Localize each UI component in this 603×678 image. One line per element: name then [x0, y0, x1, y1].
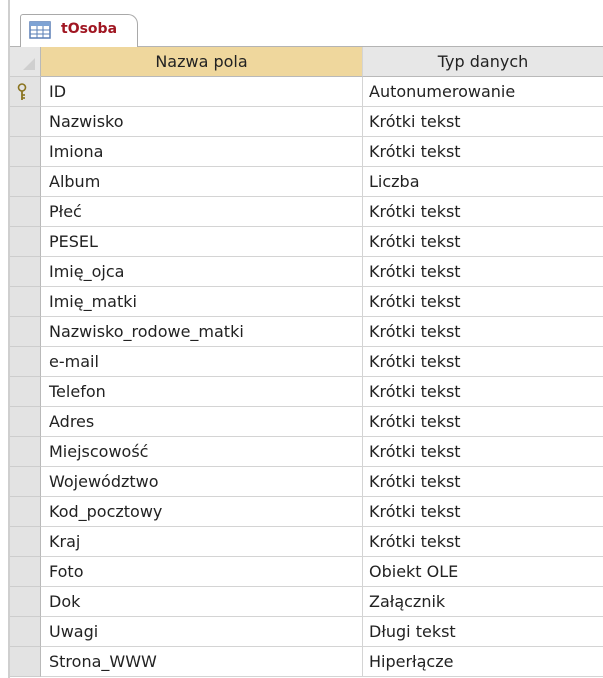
- field-row[interactable]: Album Liczba: [10, 167, 603, 197]
- select-all-corner[interactable]: [10, 47, 41, 77]
- column-header-data-type[interactable]: Typ danych: [363, 47, 603, 77]
- grid-header-row: Nazwa pola Typ danych: [10, 47, 603, 77]
- row-selector[interactable]: [10, 227, 41, 257]
- field-name-cell[interactable]: ID: [41, 77, 363, 107]
- field-name-cell[interactable]: Telefon: [41, 377, 363, 407]
- data-type-cell[interactable]: Krótki tekst: [363, 527, 603, 557]
- field-grid: Nazwa pola Typ danych ID Autonumerowanie N…: [10, 47, 603, 677]
- row-selector[interactable]: [10, 647, 41, 677]
- field-name-cell[interactable]: Kod_pocztowy: [41, 497, 363, 527]
- tab-tosoba[interactable]: tOsoba: [20, 14, 138, 47]
- row-selector[interactable]: [10, 137, 41, 167]
- table-design-view: tOsoba Nazwa pola Typ danych ID Autonumer…: [0, 0, 603, 678]
- data-type-cell[interactable]: Krótki tekst: [363, 137, 603, 167]
- row-selector[interactable]: [10, 437, 41, 467]
- field-row[interactable]: Dok Załącznik: [10, 587, 603, 617]
- field-name-cell[interactable]: e-mail: [41, 347, 363, 377]
- field-name-cell[interactable]: Imiona: [41, 137, 363, 167]
- field-name-cell[interactable]: Strona_WWW: [41, 647, 363, 677]
- row-selector[interactable]: [10, 497, 41, 527]
- data-type-cell[interactable]: Krótki tekst: [363, 287, 603, 317]
- data-type-cell[interactable]: Długi tekst: [363, 617, 603, 647]
- data-type-cell[interactable]: Krótki tekst: [363, 467, 603, 497]
- data-type-cell[interactable]: Załącznik: [363, 587, 603, 617]
- data-type-cell[interactable]: Hiperłącze: [363, 647, 603, 677]
- row-selector[interactable]: [10, 557, 41, 587]
- data-type-cell[interactable]: Krótki tekst: [363, 437, 603, 467]
- field-row[interactable]: Foto Obiekt OLE: [10, 557, 603, 587]
- corner-triangle-icon: [23, 58, 35, 70]
- field-name-cell[interactable]: Nazwisko_rodowe_matki: [41, 317, 363, 347]
- row-selector[interactable]: [10, 257, 41, 287]
- row-selector[interactable]: [10, 317, 41, 347]
- table-icon: [29, 21, 51, 39]
- document-tab-strip: tOsoba: [10, 0, 603, 47]
- field-name-cell[interactable]: Album: [41, 167, 363, 197]
- field-name-cell[interactable]: Nazwisko: [41, 107, 363, 137]
- field-row[interactable]: Województwo Krótki tekst: [10, 467, 603, 497]
- row-selector[interactable]: [10, 377, 41, 407]
- row-selector[interactable]: [10, 347, 41, 377]
- field-row[interactable]: Imiona Krótki tekst: [10, 137, 603, 167]
- data-type-cell[interactable]: Obiekt OLE: [363, 557, 603, 587]
- field-row[interactable]: PESEL Krótki tekst: [10, 227, 603, 257]
- field-row[interactable]: Imię_matki Krótki tekst: [10, 287, 603, 317]
- field-name-cell[interactable]: Imię_matki: [41, 287, 363, 317]
- primary-key-icon: [17, 83, 27, 100]
- field-name-cell[interactable]: Dok: [41, 587, 363, 617]
- field-name-cell[interactable]: PESEL: [41, 227, 363, 257]
- field-name-cell[interactable]: Imię_ojca: [41, 257, 363, 287]
- row-selector[interactable]: [10, 77, 41, 107]
- field-row[interactable]: Płeć Krótki tekst: [10, 197, 603, 227]
- data-type-cell[interactable]: Krótki tekst: [363, 257, 603, 287]
- field-name-cell[interactable]: Kraj: [41, 527, 363, 557]
- field-name-cell[interactable]: Płeć: [41, 197, 363, 227]
- field-row[interactable]: Kraj Krótki tekst: [10, 527, 603, 557]
- data-type-cell[interactable]: Krótki tekst: [363, 227, 603, 257]
- row-selector[interactable]: [10, 617, 41, 647]
- data-type-cell[interactable]: Autonumerowanie: [363, 77, 603, 107]
- field-row[interactable]: Nazwisko Krótki tekst: [10, 107, 603, 137]
- row-selector[interactable]: [10, 287, 41, 317]
- field-row[interactable]: Miejscowość Krótki tekst: [10, 437, 603, 467]
- row-selector[interactable]: [10, 527, 41, 557]
- field-row[interactable]: e-mail Krótki tekst: [10, 347, 603, 377]
- field-name-cell[interactable]: Województwo: [41, 467, 363, 497]
- field-row[interactable]: Telefon Krótki tekst: [10, 377, 603, 407]
- field-name-cell[interactable]: Uwagi: [41, 617, 363, 647]
- field-row[interactable]: Nazwisko_rodowe_matki Krótki tekst: [10, 317, 603, 347]
- row-selector[interactable]: [10, 167, 41, 197]
- column-header-field-name[interactable]: Nazwa pola: [41, 47, 363, 77]
- row-selector[interactable]: [10, 197, 41, 227]
- tab-label: tOsoba: [61, 21, 118, 37]
- data-type-cell[interactable]: Krótki tekst: [363, 317, 603, 347]
- row-selector[interactable]: [10, 587, 41, 617]
- row-selector[interactable]: [10, 407, 41, 437]
- field-name-cell[interactable]: Adres: [41, 407, 363, 437]
- data-type-cell[interactable]: Liczba: [363, 167, 603, 197]
- data-type-cell[interactable]: Krótki tekst: [363, 197, 603, 227]
- field-row[interactable]: Imię_ojca Krótki tekst: [10, 257, 603, 287]
- row-selector[interactable]: [10, 107, 41, 137]
- data-type-cell[interactable]: Krótki tekst: [363, 377, 603, 407]
- row-selector[interactable]: [10, 467, 41, 497]
- field-row[interactable]: Uwagi Długi tekst: [10, 617, 603, 647]
- field-row[interactable]: ID Autonumerowanie: [10, 77, 603, 107]
- field-name-cell[interactable]: Miejscowość: [41, 437, 363, 467]
- field-row[interactable]: Kod_pocztowy Krótki tekst: [10, 497, 603, 527]
- field-row[interactable]: Adres Krótki tekst: [10, 407, 603, 437]
- data-type-cell[interactable]: Krótki tekst: [363, 107, 603, 137]
- data-type-cell[interactable]: Krótki tekst: [363, 347, 603, 377]
- data-type-cell[interactable]: Krótki tekst: [363, 407, 603, 437]
- field-name-cell[interactable]: Foto: [41, 557, 363, 587]
- data-type-cell[interactable]: Krótki tekst: [363, 497, 603, 527]
- field-row[interactable]: Strona_WWW Hiperłącze: [10, 647, 603, 677]
